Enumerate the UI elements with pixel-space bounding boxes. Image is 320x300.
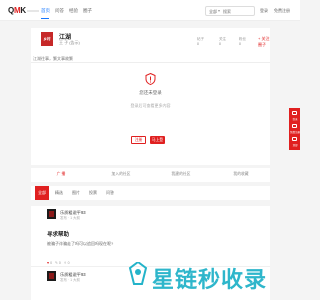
- nav-active-indicator: [41, 18, 49, 19]
- action-broadcast[interactable]: 广 播: [31, 172, 91, 177]
- user-icon[interactable]: [292, 111, 297, 115]
- search-scope-select[interactable]: 全部: [209, 9, 217, 15]
- group-stat-fans: 粉丝 8: [239, 37, 246, 46]
- post-meta: 发布 · 1 大前: [60, 216, 81, 220]
- post-meta: 发布 · 1 大前: [60, 278, 81, 282]
- tab-votes[interactable]: 投票: [89, 186, 97, 200]
- heart-icon[interactable]: ♥: [47, 261, 49, 265]
- side-top[interactable]: 顶部: [290, 143, 300, 147]
- share-icon[interactable]: ⇪: [64, 261, 67, 265]
- nav-qa[interactable]: 问答: [55, 8, 64, 14]
- side-float-bar: 登录 免费注册 顶部: [289, 108, 300, 150]
- action-my-communities[interactable]: 我建的社区: [151, 172, 211, 177]
- group-stat-posts: 帖子 8: [197, 37, 204, 46]
- post-tabs: 全部 精选 图片 投票 问答: [31, 186, 270, 200]
- edit-icon[interactable]: [292, 124, 297, 128]
- group-owner: 王 子 (告示): [59, 40, 80, 45]
- action-bar: 广 播 加入的社区 我建的社区 我的收藏: [31, 168, 270, 182]
- side-login[interactable]: 登录: [290, 117, 300, 121]
- action-joined-communities[interactable]: 加入的社区: [91, 172, 151, 177]
- search-input[interactable]: [223, 8, 253, 14]
- shield-icon: [145, 73, 156, 85]
- action-my-favorites[interactable]: 我的收藏: [211, 172, 271, 177]
- avatar[interactable]: [47, 209, 56, 219]
- chevron-down-icon: ▾: [218, 8, 221, 13]
- login-button[interactable]: 马上登录: [150, 136, 165, 149]
- tab-qa[interactable]: 问答: [106, 186, 114, 200]
- follow-group-button[interactable]: + 关注圈子: [258, 36, 270, 48]
- logo-tagline: [27, 10, 39, 12]
- watermark-text: 星链秒收录: [152, 267, 268, 292]
- comment-icon[interactable]: ✎: [55, 261, 58, 265]
- tab-all[interactable]: 全部: [35, 186, 49, 200]
- login-link[interactable]: 登录: [260, 8, 268, 14]
- search-box[interactable]: 全部 ▾: [205, 6, 255, 16]
- login-prompt-card: 您还未登录 登录后可查看更多内容 注册 马上登录: [31, 62, 270, 165]
- login-prompt-title: 您还未登录: [139, 90, 162, 95]
- nav-experience[interactable]: 经验: [69, 8, 78, 14]
- group-stat-follows: 关注 8: [219, 37, 226, 46]
- register-button[interactable]: 注册: [131, 136, 146, 144]
- post-body: 被骗子诈骗走了吗可以追回吗现在呢?: [47, 241, 114, 246]
- avatar[interactable]: [47, 271, 56, 281]
- post-title[interactable]: 寻求帮助: [47, 230, 69, 238]
- tab-featured[interactable]: 精选: [55, 186, 63, 200]
- nav-circle[interactable]: 圈子: [83, 8, 92, 14]
- register-link[interactable]: 免费注册: [274, 8, 290, 14]
- tab-images[interactable]: 图片: [72, 186, 80, 200]
- side-register[interactable]: 免费注册: [290, 130, 300, 134]
- top-nav: QMK 首页 问答 经验 圈子 全部 ▾ 登录 免费注册: [0, 0, 300, 21]
- group-avatar: 乡村: [41, 32, 53, 46]
- site-logo[interactable]: QMK: [8, 6, 26, 15]
- watermark-logo-icon: [128, 262, 148, 285]
- login-prompt-desc: 登录后可查看更多内容: [130, 103, 171, 108]
- arrow-up-icon[interactable]: [292, 137, 297, 141]
- post-stats: ♥ 0 ✎ 0 ⇪ 0: [47, 261, 70, 265]
- nav-home[interactable]: 首页: [41, 8, 50, 14]
